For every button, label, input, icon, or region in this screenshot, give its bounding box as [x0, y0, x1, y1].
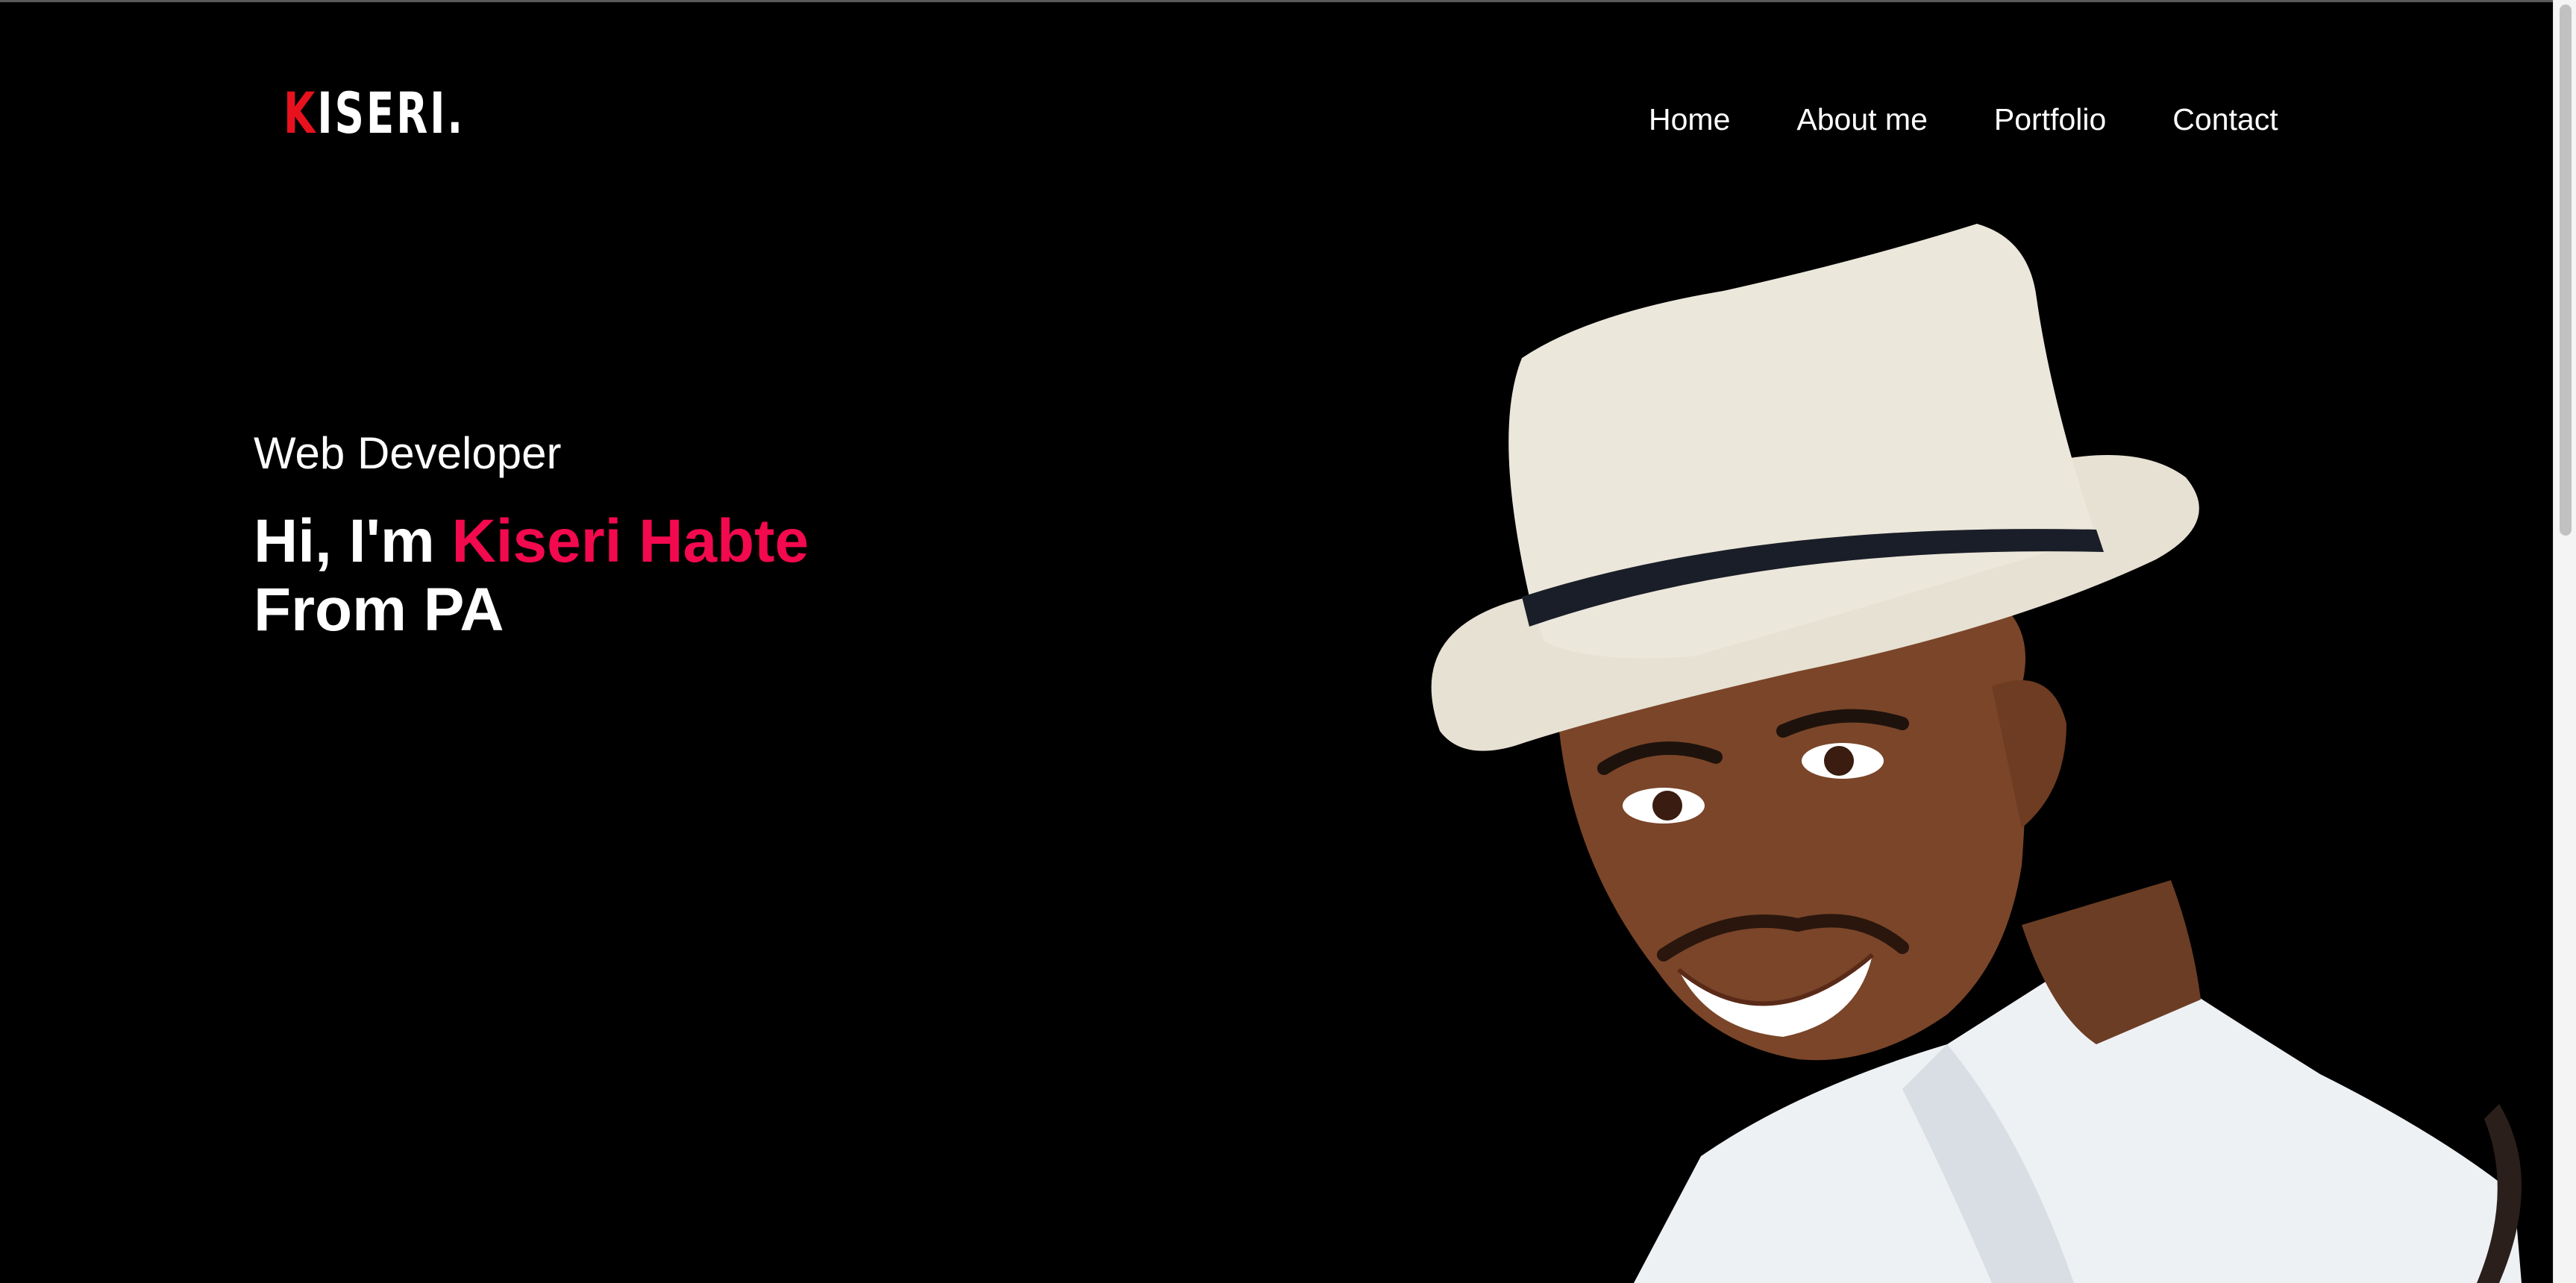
page: K ISERI. Home About me Portfolio Contact …: [0, 0, 2576, 1283]
logo-accent-letter: K: [283, 80, 318, 146]
hero-location: From PA: [254, 576, 504, 644]
window-top-border: [0, 0, 2576, 2]
nav-portfolio[interactable]: Portfolio: [1994, 98, 2106, 140]
hero-name: Kiseri Habte: [451, 507, 809, 575]
nav-contact[interactable]: Contact: [2172, 98, 2278, 140]
scrollbar-thumb[interactable]: [2560, 4, 2572, 536]
main-nav: Home About me Portfolio Contact: [1649, 98, 2278, 140]
hero-greeting: Hi, I'm: [254, 507, 452, 575]
hero-heading: Hi, I'm Kiseri Habte From PA: [254, 507, 809, 644]
hero-role: Web Developer: [254, 428, 562, 478]
site-logo[interactable]: K ISERI.: [283, 75, 465, 142]
vertical-scrollbar[interactable]: [2553, 0, 2576, 1283]
nav-home[interactable]: Home: [1649, 98, 1730, 140]
person-photo-icon: [1431, 224, 2522, 1283]
nav-about-me[interactable]: About me: [1796, 98, 1928, 140]
hero-section: Web Developer Hi, I'm Kiseri Habte From …: [254, 427, 809, 644]
logo-dot: .: [447, 80, 466, 146]
logo-text: ISERI: [317, 80, 448, 146]
